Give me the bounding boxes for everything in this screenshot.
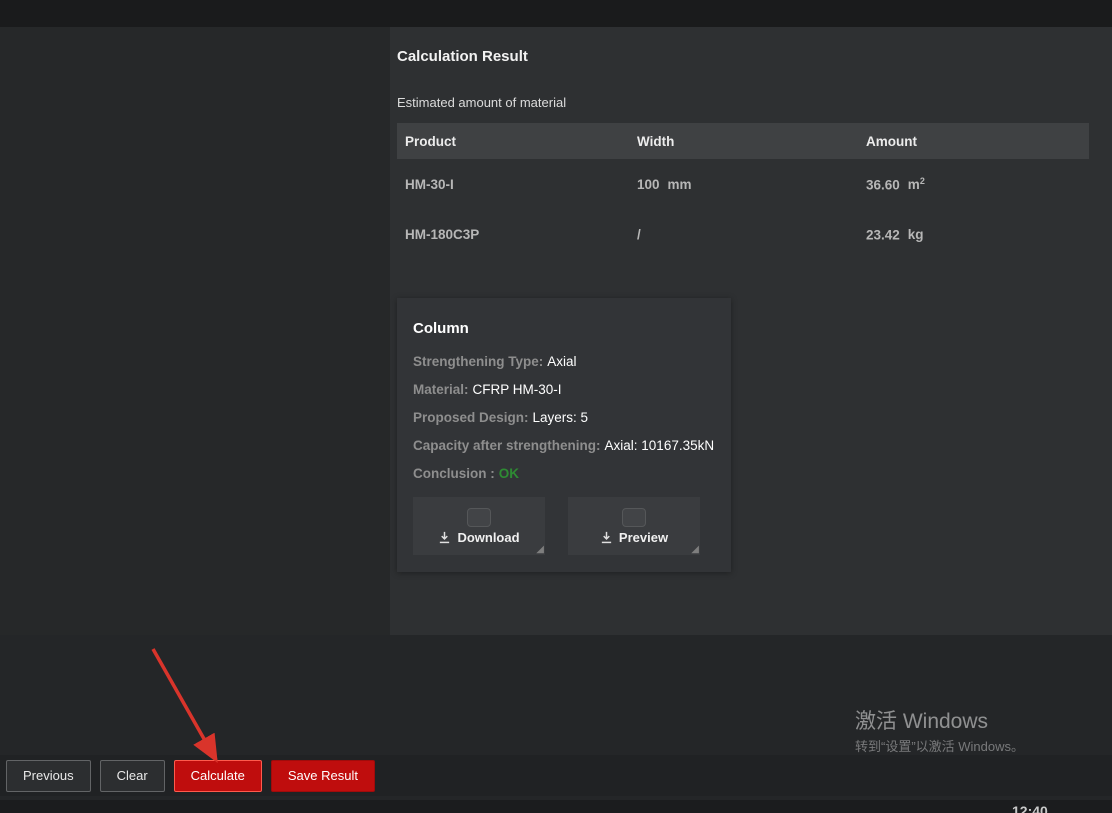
cell-width: / [629,227,858,242]
field-capacity: Capacity after strengthening:Axial: 1016… [413,437,715,454]
table-header-row: Product Width Amount [397,123,1089,159]
cell-amount: 36.60m2 [858,176,1089,193]
windows-activation-hint: 转到“设置”以激活 Windows。 [855,736,1024,755]
conclusion-ok-value: OK [499,466,519,481]
preview-button-label: Preview [619,530,668,545]
cell-product: HM-180C3P [397,227,629,242]
card-title: Column [413,320,715,337]
app-window: Calculation Result Estimated amount of m… [0,0,1112,813]
material-subtitle: Estimated amount of material [397,95,566,110]
windows-activation-watermark: 激活 Windows [855,705,988,735]
field-material: Material:CFRP HM-30-I [413,381,715,398]
footer-button-bar: Previous Clear Calculate Save Result [0,755,1112,796]
column-result-card: Column Strengthening Type:Axial Material… [397,298,731,572]
clock-text: 12:40 [1012,803,1048,813]
page-title: Calculation Result [397,48,528,65]
field-strengthening-type: Strengthening Type:Axial [413,353,715,370]
material-table: Product Width Amount HM-30-I 100mm 36.60… [397,123,1089,259]
preview-icon [600,531,613,544]
save-result-button[interactable]: Save Result [271,760,375,792]
col-header-width: Width [629,134,858,149]
col-header-amount: Amount [858,134,1089,149]
previous-button[interactable]: Previous [6,760,91,792]
clear-button[interactable]: Clear [100,760,165,792]
resize-handle-icon: ◢ [691,545,699,555]
download-button[interactable]: Download ◢ [413,497,545,555]
content-panel: Calculation Result Estimated amount of m… [390,27,1112,635]
download-button-label: Download [457,530,519,545]
card-actions: Download ◢ Preview ◢ [413,497,700,555]
taskbar-edge: 12:40 [0,800,1112,813]
image-placeholder-icon [622,508,646,527]
cell-amount: 23.42kg [858,226,1089,243]
col-header-product: Product [397,134,629,149]
preview-button[interactable]: Preview ◢ [568,497,700,555]
image-placeholder-icon [467,508,491,527]
download-icon [438,531,451,544]
field-conclusion: Conclusion :OK [413,465,715,482]
field-proposed-design: Proposed Design:Layers: 5 [413,409,715,426]
cell-width: 100mm [629,177,858,192]
top-bar [0,0,1112,27]
table-row: HM-180C3P / 23.42kg [397,209,1089,259]
calculate-button[interactable]: Calculate [174,760,262,792]
resize-handle-icon: ◢ [536,545,544,555]
cell-product: HM-30-I [397,177,629,192]
table-row: HM-30-I 100mm 36.60m2 [397,159,1089,209]
